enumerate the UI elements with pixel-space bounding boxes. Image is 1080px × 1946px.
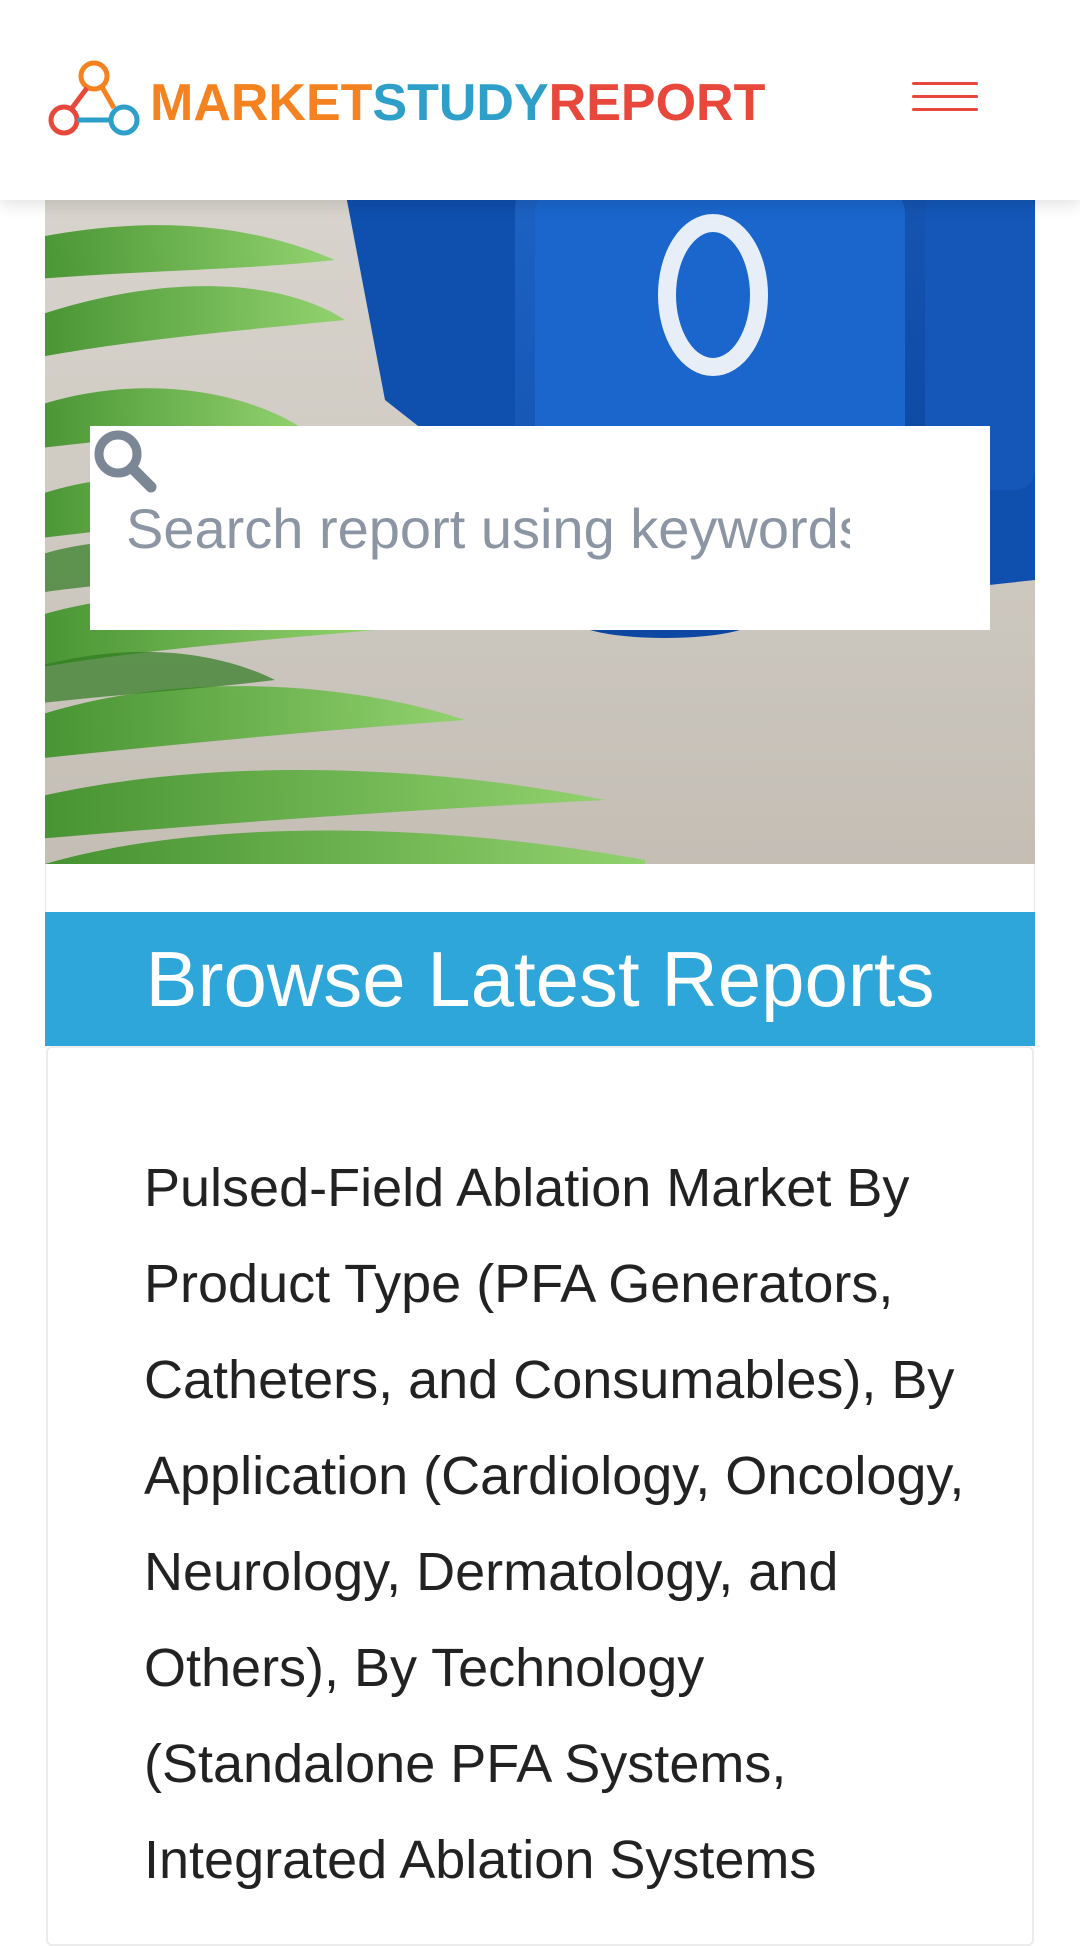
logo-word-study: STUDY	[372, 74, 549, 132]
site-logo[interactable]: MARKETSTUDYREPORT	[46, 58, 765, 144]
menu-line	[912, 82, 978, 85]
browse-reports-header: Browse Latest Reports	[45, 912, 1035, 1046]
menu-line	[912, 108, 978, 111]
logo-wordmark: MARKETSTUDYREPORT	[150, 77, 765, 129]
hamburger-menu-icon[interactable]	[912, 76, 982, 116]
browse-reports-title: Browse Latest Reports	[145, 935, 935, 1023]
search-input[interactable]	[90, 426, 850, 630]
search-icon[interactable]	[90, 426, 160, 496]
logo-word-market: MARKET	[150, 74, 373, 132]
report-card: Pulsed-Field Ablation Market By Product …	[46, 1046, 1034, 1946]
site-header: MARKETSTUDYREPORT	[0, 0, 1080, 200]
menu-line	[912, 95, 978, 98]
hero-banner	[45, 200, 1035, 864]
report-title-link[interactable]: Pulsed-Field Ablation Market By Product …	[144, 1140, 984, 1908]
logo-word-report: REPORT	[548, 74, 766, 132]
logo-network-icon	[48, 60, 140, 136]
section-divider	[45, 864, 1035, 912]
search-box	[90, 426, 990, 630]
